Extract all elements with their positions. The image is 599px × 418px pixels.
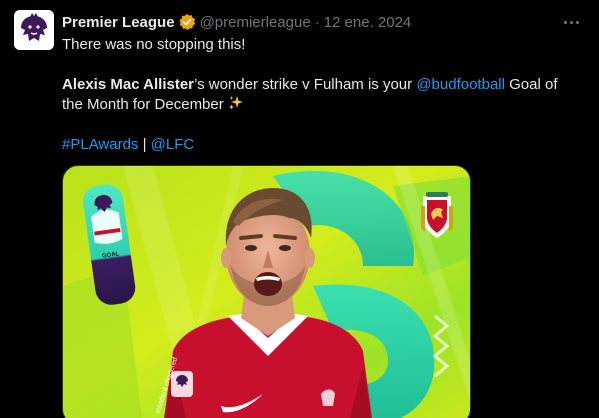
- tweet-line-tags: #PLAwards | @LFC: [62, 135, 582, 155]
- tweet-card[interactable]: Premier League @premierleague · 12 ene. …: [0, 0, 599, 418]
- more-options-button[interactable]: [560, 12, 582, 32]
- hashtag-plawards[interactable]: #PLAwards: [62, 136, 138, 153]
- tweet-text-mid: ’s wonder strike v Fulham is your: [194, 76, 417, 93]
- timestamp[interactable]: 12 ene. 2024: [324, 14, 412, 31]
- mention-budfootball[interactable]: @budfootball: [416, 76, 505, 93]
- author-handle[interactable]: @premierleague: [200, 14, 311, 31]
- tweet-text: There was no stopping this! Alexis Mac A…: [62, 35, 582, 155]
- player-name: Alexis Mac Allister: [62, 76, 195, 93]
- more-dot-icon: [575, 20, 579, 24]
- verified-badge-icon: [178, 13, 196, 31]
- avatar[interactable]: [14, 10, 54, 50]
- more-dot-icon: [569, 20, 573, 24]
- sparkles-icon: [228, 95, 244, 111]
- display-name[interactable]: Premier League: [62, 14, 175, 31]
- tweet-line-1: There was no stopping this!: [62, 36, 246, 53]
- premier-league-lion-icon: [14, 10, 54, 50]
- tweet-line-2: Alexis Mac Allister’s wonder strike v Fu…: [62, 75, 582, 115]
- separator-dot: ·: [314, 13, 320, 31]
- more-dot-icon: [563, 20, 567, 24]
- mention-lfc[interactable]: @LFC: [151, 136, 195, 153]
- tag-separator: |: [138, 136, 151, 153]
- tweet-media-image[interactable]: GOAL standard chartered: [62, 165, 471, 418]
- tweet-header: Premier League @premierleague · 12 ene. …: [62, 12, 411, 32]
- goal-of-the-month-graphic: GOAL standard chartered: [63, 166, 470, 418]
